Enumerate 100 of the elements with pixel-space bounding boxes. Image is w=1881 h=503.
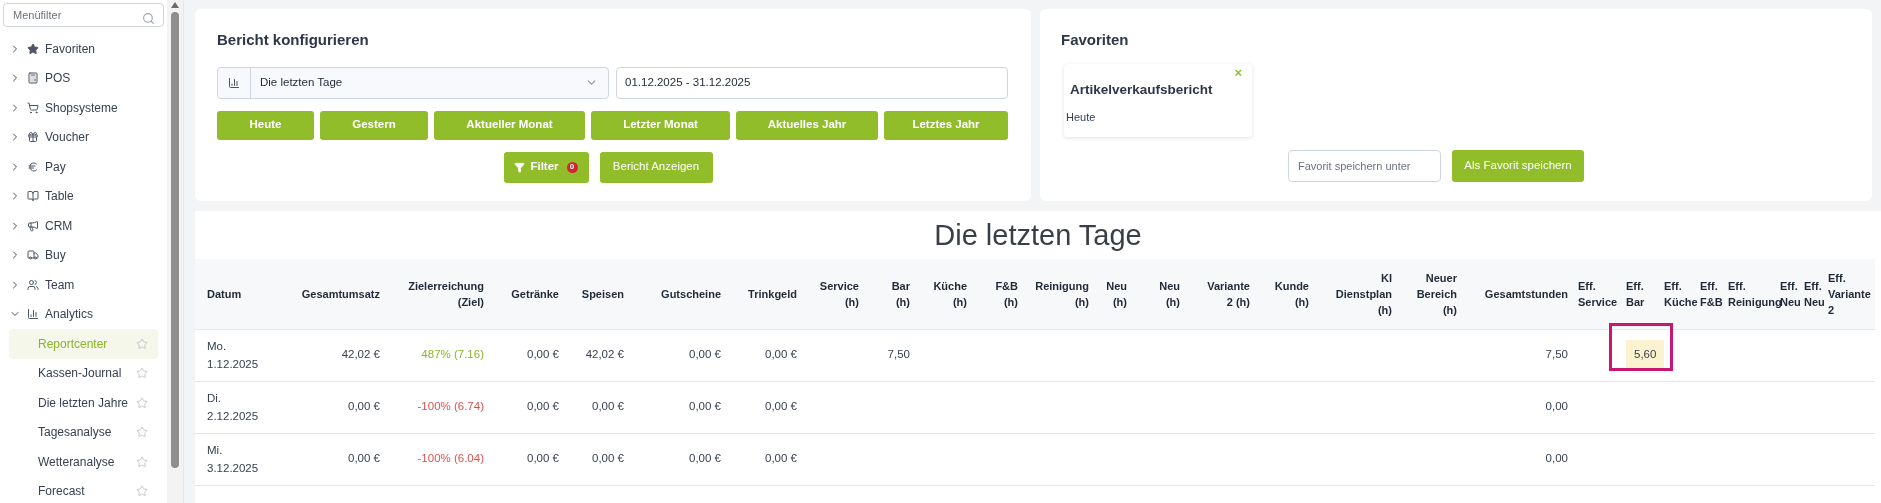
column-header[interactable]: Speisen xyxy=(581,285,624,302)
table-cell: 0,00 € xyxy=(689,400,721,413)
date-cell-text: Mi. 3.12.2025 xyxy=(207,443,259,476)
menu-item[interactable]: Pay xyxy=(0,152,168,182)
column-header[interactable]: Service (h) xyxy=(819,277,859,310)
table-cell: 5,60 xyxy=(1626,340,1665,370)
favorite-name-field[interactable]: Favorit speichern unter xyxy=(1288,149,1441,182)
book-icon xyxy=(27,190,39,203)
table-cell: 0,00 € xyxy=(592,452,624,465)
truck-icon xyxy=(27,249,39,262)
column-header[interactable]: Eff. Neu xyxy=(1804,277,1825,310)
table-cell: 0,00 € xyxy=(527,400,559,413)
table-cell: 0,00 € xyxy=(348,400,380,413)
star-outline-icon[interactable] xyxy=(136,426,149,439)
table-cell: 0,00 xyxy=(1545,400,1568,413)
table-cell: 42,02 € xyxy=(341,348,380,361)
star-outline-icon[interactable] xyxy=(136,455,149,468)
menu-item[interactable]: POS xyxy=(0,63,168,93)
menu-item[interactable]: Favoriten xyxy=(0,34,168,64)
column-header[interactable]: Neuer Bereich (h) xyxy=(1416,269,1457,318)
menu-item[interactable]: Voucher xyxy=(0,122,168,152)
column-header[interactable]: Zielerreichung (Ziel) xyxy=(408,277,484,310)
menu-filter-field[interactable]: Menüfilter xyxy=(3,3,165,27)
card-title: Favoriten xyxy=(1061,30,1130,50)
column-header[interactable]: Bar (h) xyxy=(891,277,910,310)
column-header[interactable]: Trinkgeld xyxy=(748,285,797,302)
cash-register-icon xyxy=(27,72,39,85)
table-cell: 7,50 xyxy=(887,348,910,361)
favorite-period: Heute xyxy=(1066,109,1097,125)
scroll-up-icon[interactable] xyxy=(171,2,180,8)
column-header[interactable]: Reinigung (h) xyxy=(1035,277,1089,310)
menu-item[interactable]: Shopsysteme xyxy=(0,93,168,123)
column-header[interactable]: Gutscheine xyxy=(661,285,721,302)
favorite-tile[interactable]: × Artikelverkaufsbericht Heute xyxy=(1064,63,1252,137)
column-header[interactable]: Eff. Bar xyxy=(1626,277,1645,310)
column-header[interactable]: Datum xyxy=(207,285,242,302)
column-header[interactable]: Gesamtumsatz xyxy=(301,285,380,302)
column-header[interactable]: Eff. Küche xyxy=(1664,277,1698,310)
table-cell: 42,02 € xyxy=(585,348,624,361)
chart-icon xyxy=(228,76,240,89)
date-cell-text: Mo. 1.12.2025 xyxy=(207,339,259,372)
column-header[interactable]: Getränke xyxy=(511,285,559,302)
star-outline-icon[interactable] xyxy=(136,485,149,498)
column-header[interactable]: Neu (h) xyxy=(1106,277,1127,310)
scrollbar-thumb[interactable] xyxy=(171,12,180,468)
menu-item[interactable]: Buy xyxy=(0,240,168,270)
favorite-name: Artikelverkaufsbericht xyxy=(1069,80,1214,99)
megaphone-icon xyxy=(27,219,39,232)
column-header[interactable]: Gesamtstunden xyxy=(1484,285,1568,302)
report-title: Die letzten Tage xyxy=(933,218,1143,253)
table-cell: 0,00 € xyxy=(527,348,559,361)
search-icon xyxy=(142,12,156,25)
column-header[interactable]: Eff. Neu xyxy=(1780,277,1801,310)
menu-item[interactable]: CRM xyxy=(0,211,168,241)
euro-icon xyxy=(27,160,39,173)
menu-item[interactable]: Table xyxy=(0,181,168,211)
menu-item[interactable]: Analytics xyxy=(0,299,168,329)
goal-percentage: 487% (7.16) xyxy=(421,348,484,361)
report-select[interactable]: Die letzten Tage xyxy=(217,66,609,99)
star-outline-icon[interactable] xyxy=(136,337,149,350)
filter-count-badge: 0 xyxy=(566,161,578,173)
filter-button[interactable]: Filter 0 xyxy=(503,151,589,183)
column-header[interactable]: Eff. Service xyxy=(1578,277,1618,310)
cart-icon xyxy=(27,101,39,114)
submenu-item[interactable]: Tagesanalyse xyxy=(9,417,159,447)
submenu-item[interactable]: Forecast xyxy=(9,476,159,503)
table-cell: 0,00 € xyxy=(527,452,559,465)
table-cell: 0,00 € xyxy=(592,400,624,413)
table-cell: 0,00 € xyxy=(689,452,721,465)
table-cell: 0,00 € xyxy=(348,452,380,465)
column-header[interactable]: Neu (h) xyxy=(1159,277,1180,310)
column-header[interactable]: Eff. Variante 2 xyxy=(1828,269,1871,318)
date-cell-text: Di. 2.12.2025 xyxy=(207,391,259,424)
filter-icon xyxy=(514,161,526,173)
table-cell: 0,00 € xyxy=(689,348,721,361)
submenu-item[interactable]: Die letzten Jahre xyxy=(9,388,159,418)
users-icon xyxy=(27,278,39,291)
table-cell: 0,00 € xyxy=(765,452,797,465)
goal-percentage: -100% (6.04) xyxy=(417,452,484,465)
table-cell: 0,00 € xyxy=(765,400,797,413)
submenu-item[interactable]: Wetteranalyse xyxy=(9,447,159,477)
gift-icon xyxy=(27,131,39,144)
star-outline-icon[interactable] xyxy=(136,367,149,380)
column-header[interactable]: F&B (h) xyxy=(995,277,1018,310)
goal-percentage: -100% (6.74) xyxy=(417,400,484,413)
table-cell: 7,50 xyxy=(1545,348,1568,361)
card-title: Bericht konfigurieren xyxy=(217,30,370,50)
column-header[interactable]: Küche (h) xyxy=(933,277,967,310)
column-header[interactable]: KI Dienstplan (h) xyxy=(1335,269,1392,318)
star-outline-icon[interactable] xyxy=(136,396,149,409)
date-range-field[interactable]: 01.12.2025 - 31.12.2025 xyxy=(616,66,1008,99)
submenu-item[interactable]: Kassen-Journal xyxy=(9,358,159,388)
table-cell: 0,00 € xyxy=(765,348,797,361)
chart-icon xyxy=(27,308,39,321)
star-icon xyxy=(27,42,39,55)
table-cell: 0,00 xyxy=(1545,452,1568,465)
column-header[interactable]: Variante 2 (h) xyxy=(1207,277,1250,310)
column-header[interactable]: Kunde (h) xyxy=(1274,277,1309,310)
menu-item[interactable]: Team xyxy=(0,270,168,300)
column-header[interactable]: Eff. F&B xyxy=(1700,277,1723,310)
